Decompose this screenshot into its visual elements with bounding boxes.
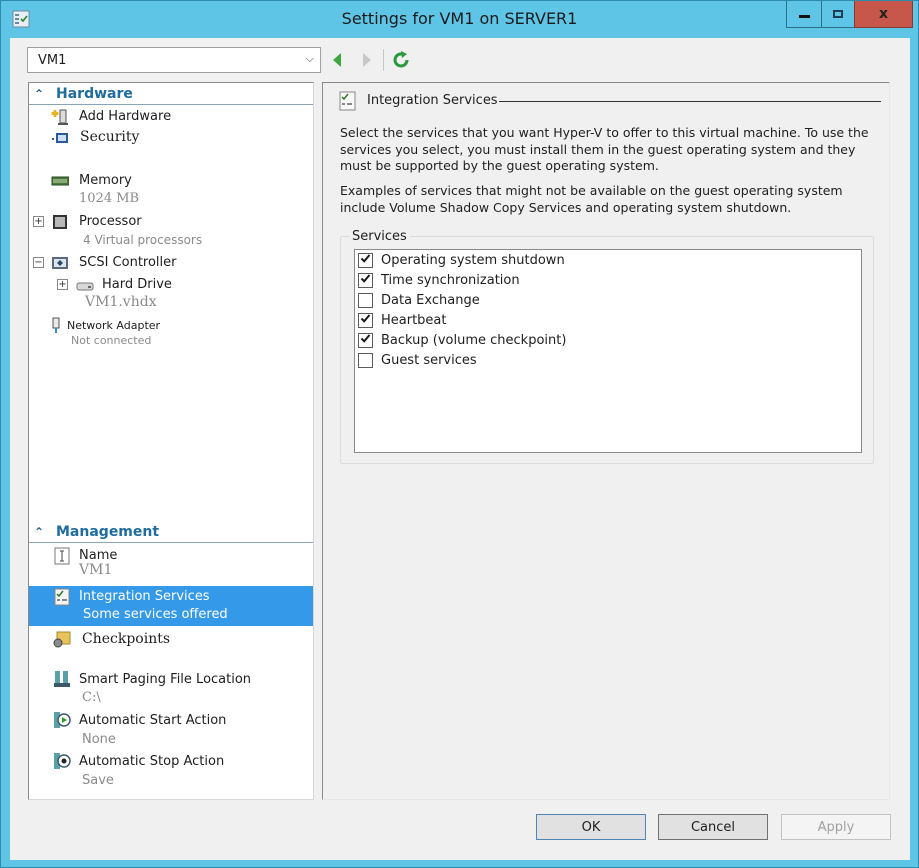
service-checkbox[interactable]: [358, 353, 373, 368]
auto-stop-icon: [54, 753, 71, 769]
sidebar-item-add-hardware[interactable]: Add Hardware: [29, 107, 313, 127]
service-item[interactable]: Time synchronization: [358, 271, 520, 290]
sidebar-item-scsi-controller[interactable]: − SCSI Controller: [29, 253, 313, 273]
ok-button[interactable]: OK: [536, 814, 646, 840]
title-divider: [499, 101, 881, 102]
sidebar-item-integration-services[interactable]: Integration Services Some services offer…: [29, 586, 313, 626]
service-checkbox[interactable]: [358, 313, 373, 328]
hardware-section-header[interactable]: ⌃ Hardware: [29, 83, 313, 105]
network-adapter-icon: [52, 317, 60, 333]
checkpoints-icon: [53, 631, 71, 648]
expand-icon[interactable]: +: [33, 216, 44, 227]
service-item[interactable]: Backup (volume checkpoint): [358, 331, 566, 350]
sidebar-item-processor[interactable]: + Processor 4 Virtual processors: [29, 212, 313, 250]
sidebar-item-network-adapter[interactable]: Network Adapter Not connected: [29, 317, 313, 351]
vm-selector-value: VM1: [38, 52, 67, 68]
settings-window: Settings for VM1 on SERVER1 x VM1 ⌵ ⌃ Ha…: [0, 0, 919, 868]
integration-services-icon: [54, 588, 70, 606]
close-button[interactable]: x: [854, 1, 913, 28]
page-title: Integration Services: [367, 93, 498, 108]
service-item[interactable]: Guest services: [358, 351, 477, 370]
auto-start-icon: [54, 712, 71, 728]
management-section-header[interactable]: ⌃ Management: [29, 521, 313, 543]
service-checkbox[interactable]: [358, 333, 373, 348]
title-bar[interactable]: Settings for VM1 on SERVER1 x: [1, 1, 918, 37]
memory-icon: [51, 176, 69, 186]
service-item[interactable]: Data Exchange: [358, 291, 480, 310]
security-icon: [52, 133, 68, 143]
collapse-icon: ⌃: [34, 524, 45, 539]
service-item[interactable]: Operating system shutdown: [358, 251, 565, 270]
service-checkbox[interactable]: [358, 293, 373, 308]
checkmark-icon: [360, 333, 371, 348]
services-group: Services Operating system shutdown Time …: [340, 229, 874, 464]
apply-button[interactable]: Apply: [781, 814, 891, 840]
checkmark-icon: [360, 273, 371, 288]
minimize-icon: [798, 14, 810, 18]
sidebar-item-memory[interactable]: Memory 1024 MB: [29, 171, 313, 209]
refresh-icon[interactable]: [391, 50, 411, 70]
sidebar-item-name[interactable]: Name VM1: [29, 545, 313, 583]
collapse-tree-icon[interactable]: −: [33, 257, 44, 268]
toolbar-separator: [383, 49, 384, 71]
services-group-label: Services: [349, 229, 410, 244]
integration-services-page: Integration Services Select the services…: [322, 82, 890, 800]
expand-icon[interactable]: +: [57, 279, 68, 290]
minimize-button[interactable]: [786, 1, 822, 28]
close-icon: x: [878, 6, 889, 22]
settings-tree: ⌃ Hardware Add Hardware Security Memory …: [28, 82, 314, 800]
cancel-button[interactable]: Cancel: [658, 814, 768, 840]
sidebar-item-automatic-start-action[interactable]: Automatic Start Action None: [29, 710, 313, 748]
sidebar-item-checkpoints[interactable]: Checkpoints: [29, 628, 313, 666]
service-checkbox[interactable]: [358, 273, 373, 288]
dialog-body: VM1 ⌵ ⌃ Hardware Add Hardware Security M…: [10, 38, 910, 860]
sidebar-item-hard-drive[interactable]: + Hard Drive VM1.vhdx: [29, 275, 313, 313]
integration-services-icon: [339, 91, 356, 111]
chevron-down-icon: ⌵: [305, 52, 314, 65]
services-list: Operating system shutdown Time synchroni…: [354, 249, 862, 453]
hard-drive-icon: [76, 282, 94, 291]
sidebar-item-security[interactable]: Security: [29, 127, 313, 147]
vm-selector-dropdown[interactable]: VM1 ⌵: [27, 47, 321, 73]
add-hardware-icon: [51, 109, 68, 125]
description-text: Select the services that you want Hyper-…: [340, 125, 869, 173]
sidebar-item-automatic-stop-action[interactable]: Automatic Stop Action Save: [29, 751, 313, 789]
processor-icon: [53, 215, 67, 229]
service-item[interactable]: Heartbeat: [358, 311, 447, 330]
forward-arrow-icon[interactable]: [360, 52, 374, 68]
collapse-icon: ⌃: [34, 86, 45, 101]
name-icon: [54, 547, 70, 565]
maximize-icon: [833, 10, 843, 18]
maximize-button[interactable]: [821, 1, 855, 28]
checkmark-icon: [360, 253, 371, 268]
smart-paging-icon: [54, 671, 70, 687]
sidebar-item-smart-paging[interactable]: Smart Paging File Location C:\: [29, 669, 313, 707]
back-arrow-icon[interactable]: [330, 52, 344, 68]
service-checkbox[interactable]: [358, 253, 373, 268]
checkmark-icon: [360, 313, 371, 328]
window-title: Settings for VM1 on SERVER1: [341, 9, 578, 28]
scsi-controller-icon: [52, 257, 68, 269]
examples-text: Examples of services that might not be a…: [340, 183, 843, 215]
